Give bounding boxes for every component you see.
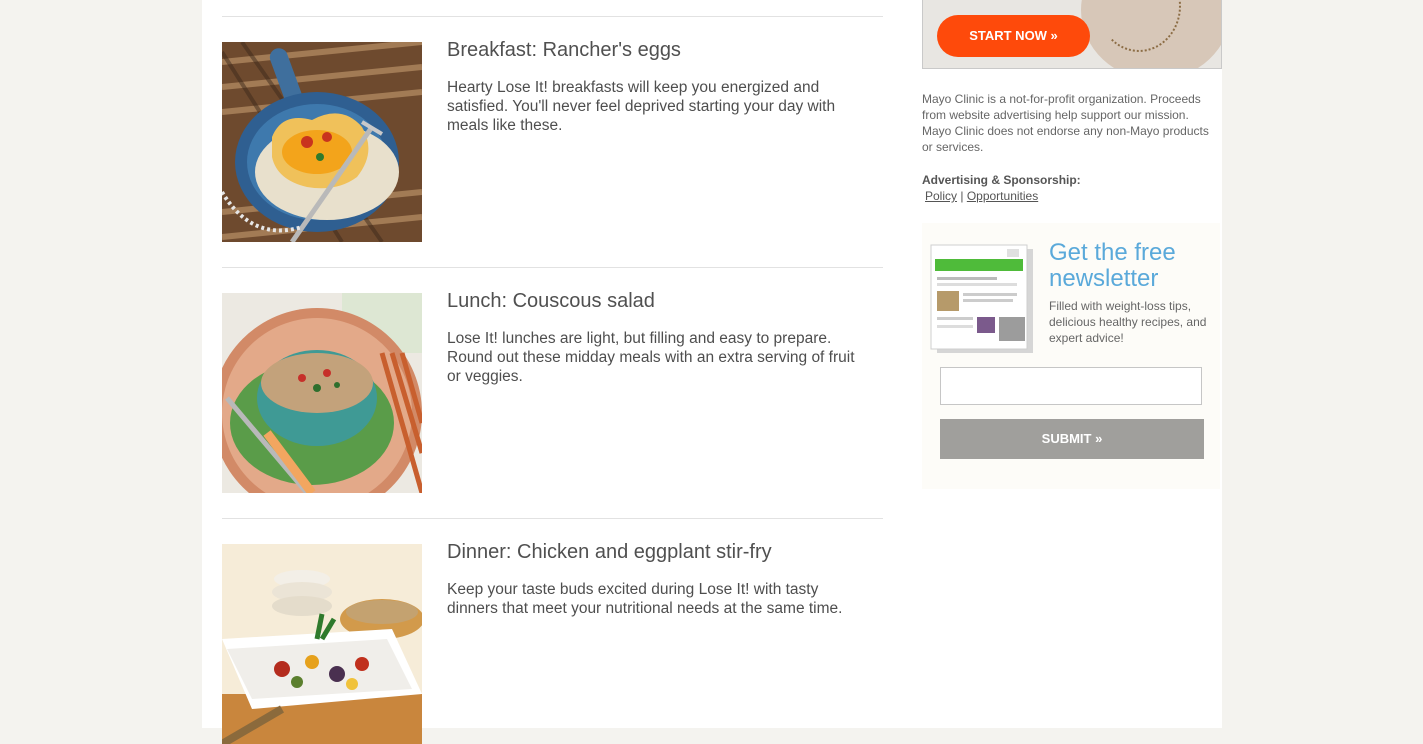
article-description: Hearty Lose It! breakfasts will keep you… (447, 79, 836, 134)
sponsorship-links: Policy | Opportunities (922, 188, 1220, 204)
email-field[interactable] (940, 367, 1202, 405)
advertisement-banner[interactable]: START NOW » (922, 0, 1222, 69)
article-lunch[interactable]: Lunch: Couscous salad Lose It! lunches a… (222, 290, 883, 493)
newsletter-title: Get the free newsletter (1049, 239, 1176, 292)
newsletter-signup: Get the free newsletter Filled with weig… (922, 223, 1220, 489)
newsletter-preview-image (927, 243, 1037, 355)
article-title[interactable]: Dinner: Chicken and eggplant stir-fry (447, 541, 772, 564)
breakfast-image[interactable] (222, 42, 422, 242)
policy-link[interactable]: Policy (925, 189, 957, 203)
lunch-image[interactable] (222, 293, 422, 493)
article-dinner[interactable]: Dinner: Chicken and eggplant stir-fry Ke… (222, 541, 883, 744)
sponsorship-heading: Advertising & Sponsorship: (922, 173, 1081, 187)
article-breakfast[interactable]: Breakfast: Rancher's eggs Hearty Lose It… (222, 39, 883, 242)
start-now-button[interactable]: START NOW » (937, 15, 1090, 57)
divider (222, 267, 883, 268)
article-title[interactable]: Breakfast: Rancher's eggs (447, 39, 681, 62)
main-content: Breakfast: Rancher's eggs Hearty Lose It… (202, 0, 902, 744)
advertising-sponsorship: Advertising & Sponsorship: Policy | Oppo… (922, 172, 1220, 204)
opportunities-link[interactable]: Opportunities (967, 189, 1038, 203)
submit-button[interactable]: SUBMIT » (940, 419, 1204, 459)
article-description: Keep your taste buds excited during Lose… (447, 581, 843, 617)
divider (222, 16, 883, 17)
newsletter-subtitle: Filled with weight-loss tips, delicious … (1049, 299, 1207, 345)
advertising-disclaimer: Mayo Clinic is a not-for-profit organiza… (922, 92, 1209, 154)
divider (222, 518, 883, 519)
dinner-image[interactable] (222, 544, 422, 744)
sidebar: START NOW » Mayo Clinic is a not-for-pro… (902, 0, 1222, 728)
article-description: Lose It! lunches are light, but filling … (447, 330, 855, 385)
article-title[interactable]: Lunch: Couscous salad (447, 290, 655, 313)
link-separator: | (960, 189, 964, 203)
